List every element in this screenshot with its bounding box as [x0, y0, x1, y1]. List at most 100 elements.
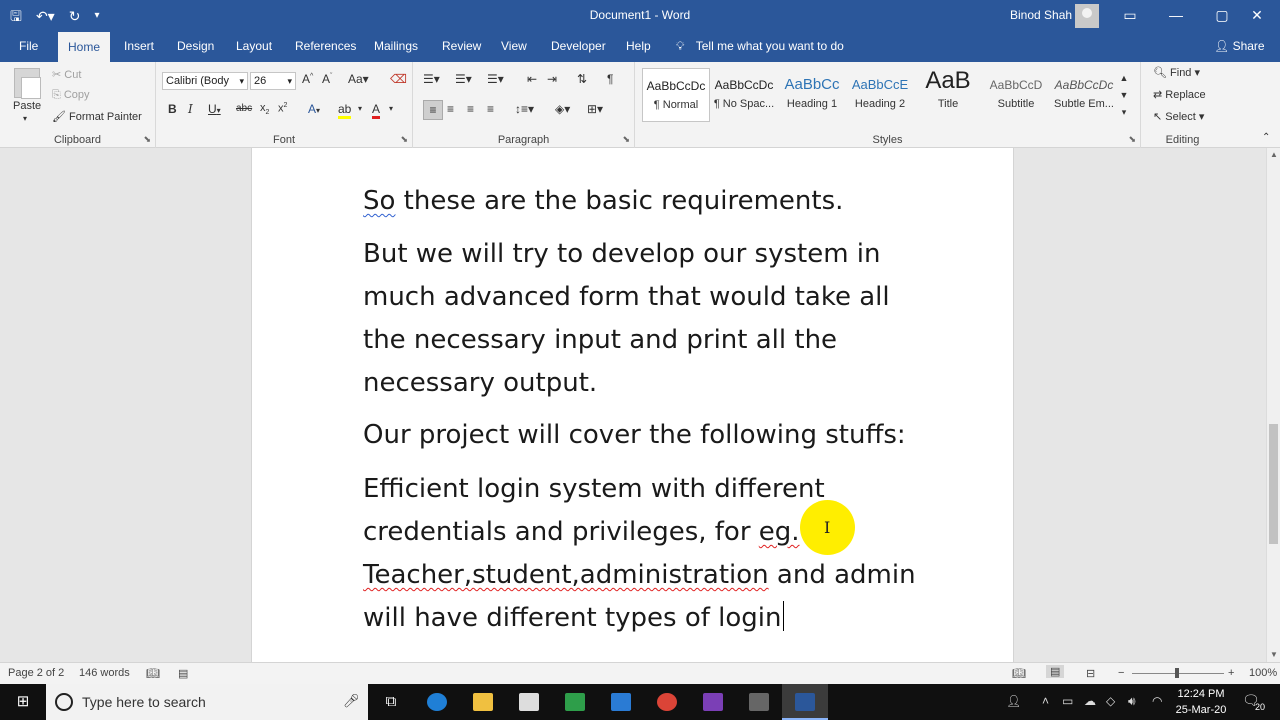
vertical-scrollbar[interactable]: ▲ ▼ — [1266, 148, 1280, 662]
web-layout-icon[interactable]: ⊟ — [1086, 667, 1095, 680]
tools-app-icon[interactable] — [736, 684, 782, 720]
text-effects-icon[interactable]: A▾ — [308, 102, 320, 116]
highlight-dropdown-icon[interactable]: ▾ — [358, 104, 362, 113]
font-size-box[interactable]: 26 ▾ — [250, 72, 296, 90]
underline-icon[interactable]: U▾ — [208, 102, 221, 116]
subscript-icon[interactable]: x2 — [260, 102, 269, 116]
highlight-icon[interactable]: ab — [338, 102, 352, 119]
tab-insert[interactable]: Insert — [114, 32, 164, 62]
minimize-icon[interactable]: — — [1153, 0, 1199, 32]
clipboard-launcher-icon[interactable]: ⬊ — [143, 134, 151, 145]
find-button[interactable]: 🔍︎ Find ▾ — [1153, 66, 1200, 79]
format-painter-button[interactable]: 🖌︎ Format Painter — [52, 110, 142, 123]
style-no-spacing[interactable]: AaBbCcDc ¶ No Spac... — [710, 68, 778, 122]
task-view-icon[interactable]: ⧉ — [368, 684, 414, 720]
paragraph-3[interactable]: Our project will cover the following stu… — [363, 414, 923, 457]
align-center-icon[interactable]: ≡ — [447, 102, 454, 116]
clear-formatting-icon[interactable]: ⌫ — [390, 72, 407, 86]
zoom-in-icon[interactable]: + — [1228, 667, 1234, 679]
paragraph-2[interactable]: But we will try to develop our system in… — [363, 233, 923, 405]
windows-start-icon[interactable]: ⊞ — [0, 684, 46, 720]
user-name[interactable]: Binod Shah — [1010, 8, 1072, 22]
tell-me-box[interactable]: 💡︎ Tell me what you want to do — [676, 32, 844, 60]
tab-mailings[interactable]: Mailings — [364, 32, 428, 62]
share-button[interactable]: 👤︎ Share — [1214, 32, 1265, 60]
decrease-indent-icon[interactable]: ⇤ — [527, 72, 537, 86]
document-page[interactable]: So these are the basic requirements. But… — [251, 148, 1014, 662]
clock[interactable]: 12:24 PM 25-Mar-20 — [1170, 686, 1232, 718]
word-icon[interactable] — [782, 684, 828, 720]
proofing-icon[interactable]: 📖︎ — [146, 667, 160, 680]
wifi-icon[interactable]: ◠ — [1152, 694, 1162, 708]
macro-record-icon[interactable]: ▤ — [178, 667, 188, 680]
people-icon[interactable]: 👤︎ — [1006, 694, 1021, 708]
bullets-icon[interactable]: ☰▾ — [423, 72, 440, 86]
zoom-level[interactable]: 100% — [1249, 667, 1277, 679]
taskbar-search[interactable]: Type here to search 🎤︎ — [46, 684, 368, 720]
font-color-dropdown-icon[interactable]: ▾ — [389, 104, 393, 113]
tab-developer[interactable]: Developer — [541, 32, 616, 62]
tab-home[interactable]: Home — [58, 32, 111, 62]
font-color-icon[interactable]: A — [372, 102, 381, 119]
tab-references[interactable]: References — [285, 32, 366, 62]
spelling-error-word[interactable]: eg. — [759, 517, 800, 547]
strikethrough-icon[interactable]: abc — [236, 103, 252, 114]
edge-icon[interactable] — [414, 684, 460, 720]
style-subtle-emphasis[interactable]: AaBbCcDc Subtle Em... — [1050, 68, 1118, 122]
multilevel-list-icon[interactable]: ☰▾ — [487, 72, 504, 86]
store-icon[interactable] — [506, 684, 552, 720]
shrink-font-icon[interactable]: Aˇ — [322, 72, 332, 86]
microphone-icon[interactable]: 🎤︎ — [343, 693, 360, 709]
tab-view[interactable]: View — [491, 32, 537, 62]
ribbon-display-icon[interactable]: ▭ — [1107, 0, 1153, 32]
read-mode-icon[interactable]: 📖︎ — [1012, 667, 1026, 680]
paragraph-4[interactable]: Efficient login system with different cr… — [363, 468, 923, 640]
battery-icon[interactable]: ▭ — [1062, 694, 1073, 708]
justify-icon[interactable]: ≡ — [487, 102, 494, 116]
paragraph-1[interactable]: So these are the basic requirements. — [363, 180, 923, 223]
line-spacing-icon[interactable]: ↕≡▾ — [515, 102, 534, 116]
scroll-down-icon[interactable]: ▼ — [1267, 648, 1280, 662]
superscript-icon[interactable]: x2 — [278, 102, 287, 115]
visual-studio-icon[interactable] — [690, 684, 736, 720]
style-heading-1[interactable]: AaBbCc Heading 1 — [778, 68, 846, 122]
font-family-box[interactable]: Calibri (Body ▾ — [162, 72, 248, 90]
volume-icon[interactable]: 🔊︎ — [1128, 694, 1136, 709]
style-title[interactable]: AaB Title — [914, 68, 982, 122]
cut-button[interactable]: ✂ Cut — [52, 68, 81, 81]
zoom-slider-thumb[interactable] — [1175, 668, 1179, 678]
tab-help[interactable]: Help — [616, 32, 661, 62]
media-app-icon[interactable] — [552, 684, 598, 720]
close-icon[interactable]: ✕ — [1234, 0, 1280, 32]
show-marks-icon[interactable]: ¶ — [607, 72, 613, 86]
tab-file[interactable]: File — [9, 32, 48, 62]
increase-indent-icon[interactable]: ⇥ — [547, 72, 557, 86]
font-launcher-icon[interactable]: ⬊ — [400, 134, 408, 145]
bold-icon[interactable]: B — [168, 102, 177, 116]
spelling-error-word[interactable]: Teacher,student,administration — [363, 560, 769, 590]
styles-launcher-icon[interactable]: ⬊ — [1128, 134, 1136, 145]
paste-dropdown-icon[interactable]: ▾ — [23, 114, 27, 123]
scroll-thumb[interactable] — [1269, 424, 1278, 544]
shading-icon[interactable]: ◈▾ — [555, 102, 570, 116]
align-right-icon[interactable]: ≡ — [467, 102, 474, 116]
tab-review[interactable]: Review — [432, 32, 491, 62]
scroll-up-icon[interactable]: ▲ — [1267, 148, 1280, 162]
style-subtitle[interactable]: AaBbCcD Subtitle — [982, 68, 1050, 122]
borders-icon[interactable]: ⊞▾ — [587, 102, 603, 116]
collapse-ribbon-icon[interactable]: ⌃ — [1262, 132, 1270, 143]
grammar-flag-word[interactable]: So — [363, 186, 395, 216]
style-heading-2[interactable]: AaBbCcE Heading 2 — [846, 68, 914, 122]
styles-gallery-scroll[interactable]: ▲ ▼ ▾ — [1117, 70, 1131, 121]
align-left-icon[interactable]: ≡ — [423, 100, 443, 120]
print-layout-icon[interactable]: ▤ — [1046, 665, 1065, 678]
avatar[interactable] — [1075, 4, 1099, 28]
select-button[interactable]: ↖ Select ▾ — [1153, 110, 1204, 123]
onedrive-icon[interactable]: ☁ — [1084, 694, 1096, 708]
chrome-icon[interactable] — [644, 684, 690, 720]
file-explorer-icon[interactable] — [460, 684, 506, 720]
paste-icon[interactable] — [14, 68, 41, 99]
replace-button[interactable]: ⇄ Replace — [1153, 88, 1206, 101]
paste-button[interactable]: Paste — [13, 100, 41, 112]
sort-icon[interactable]: ⇅ — [577, 72, 587, 86]
